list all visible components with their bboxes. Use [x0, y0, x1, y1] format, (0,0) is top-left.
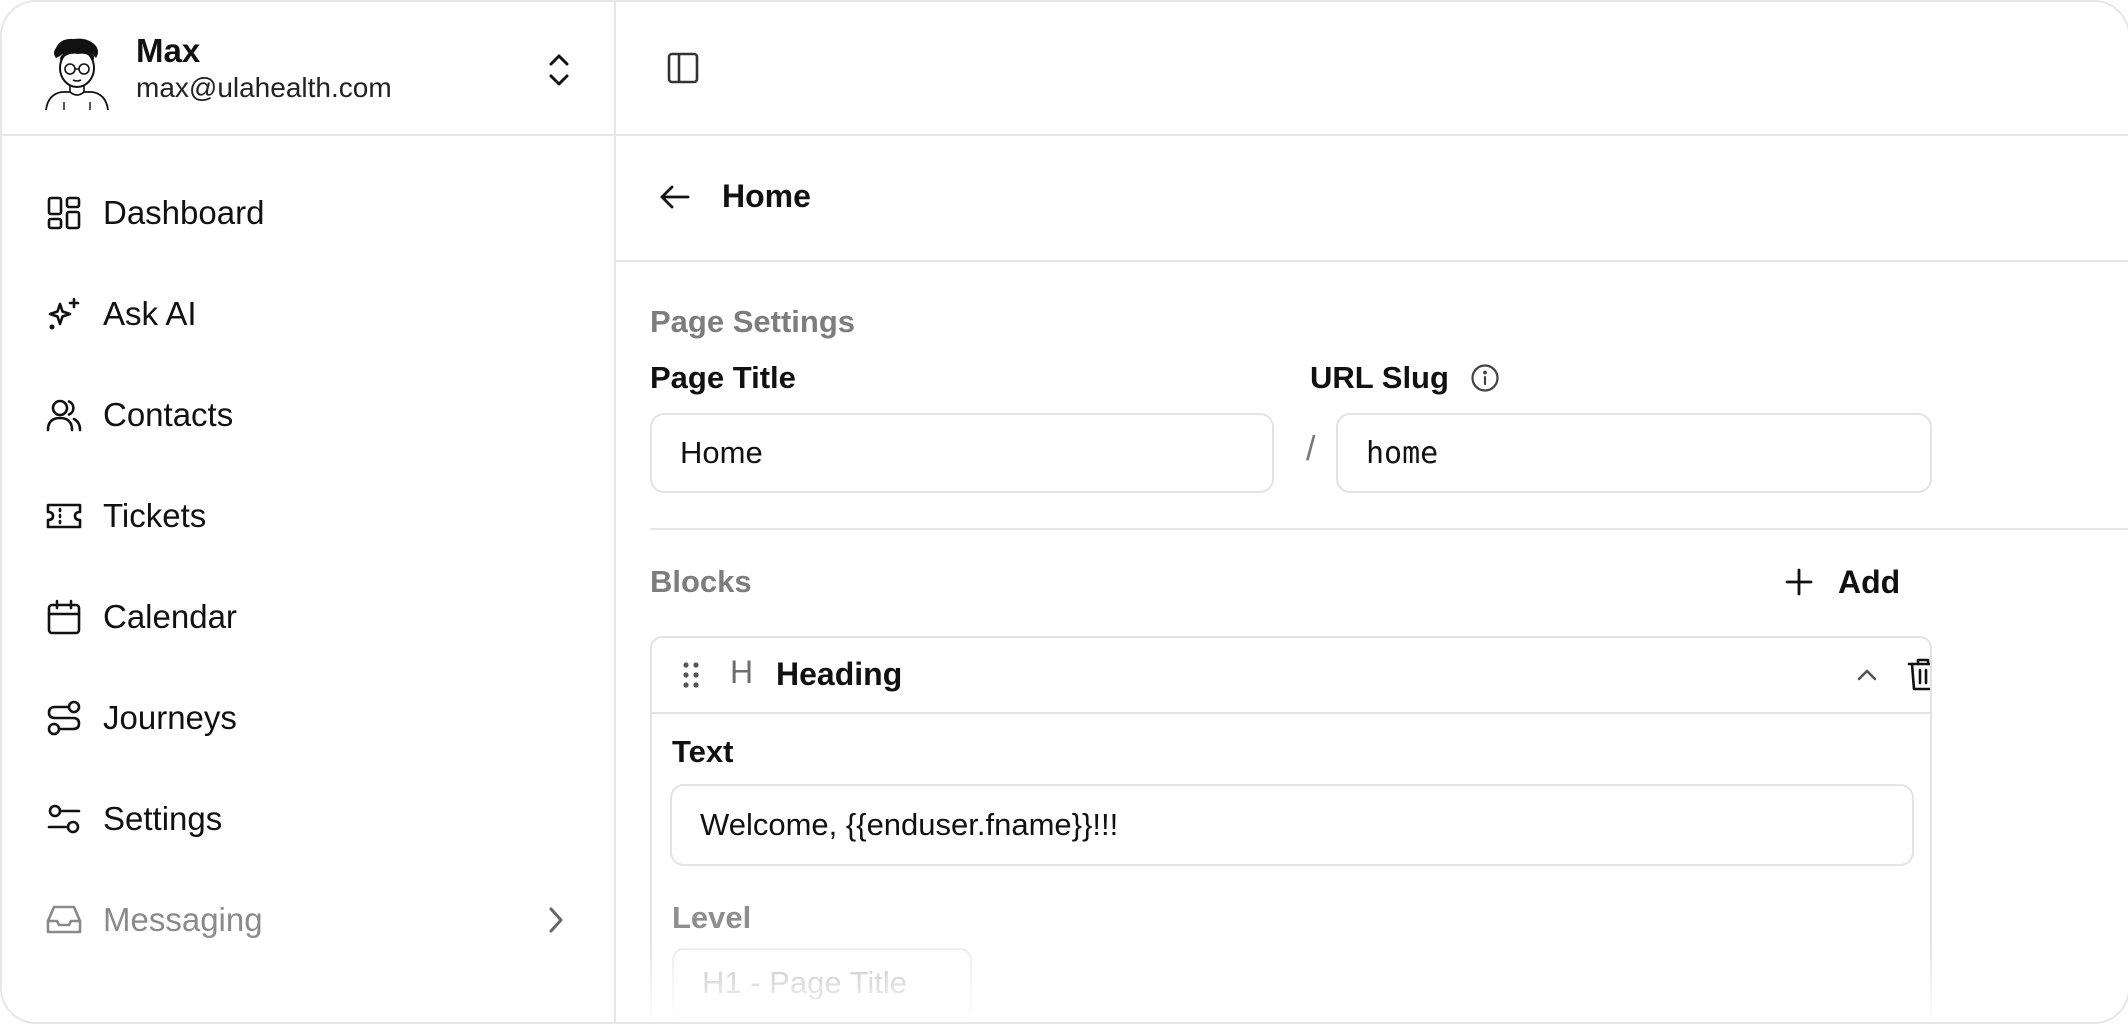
- plus-icon: [1785, 568, 1813, 596]
- arrow-left-icon[interactable]: [658, 180, 692, 214]
- user-email: max@ulahealth.com: [136, 72, 392, 103]
- sidebar-item-settings[interactable]: Settings: [2, 768, 614, 869]
- chevron-right-icon[interactable]: [542, 903, 570, 937]
- block-level-label: Level: [672, 900, 752, 935]
- sidebar-item-calendar[interactable]: Calendar: [2, 566, 614, 667]
- section-divider: [650, 528, 2128, 530]
- blocks-heading: Blocks: [650, 564, 752, 599]
- route-icon: [46, 700, 82, 736]
- sliders-icon: [46, 801, 82, 837]
- sidebar-toggle-icon[interactable]: [666, 51, 700, 85]
- info-icon[interactable]: [1470, 363, 1500, 393]
- add-block-label: Add: [1838, 563, 1901, 600]
- heading-type-icon: H: [730, 654, 754, 690]
- block-text-label: Text: [672, 734, 734, 769]
- dashboard-icon: [46, 195, 82, 231]
- inbox-icon: [46, 902, 82, 938]
- calendar-icon: [46, 599, 82, 635]
- page-header: Home: [616, 136, 2128, 262]
- trash-icon[interactable]: [1906, 656, 1932, 692]
- main-content: Home Page Settings Page Title / URL Slug…: [616, 2, 2128, 1022]
- ticket-icon: [46, 498, 82, 534]
- url-slug-input[interactable]: [1336, 413, 1932, 493]
- sidebar-item-tickets[interactable]: Tickets: [2, 465, 614, 566]
- sidebar-item-label: Dashboard: [103, 193, 265, 231]
- sidebar-item-dashboard[interactable]: Dashboard: [2, 162, 614, 263]
- url-slug-prefix: /: [1306, 430, 1316, 468]
- user-switcher[interactable]: Max max@ulahealth.com: [2, 2, 614, 136]
- sidebar-item-ask-ai[interactable]: Ask AI: [2, 263, 614, 364]
- sparkles-icon: [46, 296, 82, 332]
- sidebar-item-label: Ask AI: [103, 294, 197, 332]
- sidebar-item-label: Messaging: [103, 900, 263, 938]
- level-select[interactable]: H1 - Page Title: [672, 948, 972, 1018]
- sidebar-item-label: Contacts: [103, 395, 234, 433]
- block-header[interactable]: H Heading: [652, 638, 1930, 714]
- chevrons-up-down-icon[interactable]: [542, 50, 576, 90]
- avatar: [45, 38, 109, 110]
- app-window: Max max@ulahealth.com Dashboard Ask AI C…: [0, 0, 2128, 1024]
- users-icon: [46, 397, 82, 433]
- block-title: Heading: [776, 656, 903, 692]
- page-title: Home: [722, 178, 811, 214]
- sidebar-item-label: Tickets: [103, 496, 207, 534]
- page-title-input[interactable]: [650, 413, 1274, 493]
- topbar: [616, 2, 2128, 136]
- block-card: H Heading Text Level H1 - Page Title: [650, 636, 1932, 1022]
- page-title-label: Page Title: [650, 360, 796, 395]
- chevron-up-icon[interactable]: [1852, 660, 1882, 690]
- sidebar-item-label: Calendar: [103, 597, 237, 635]
- drag-handle-icon[interactable]: [680, 660, 702, 690]
- block-text-input[interactable]: [670, 784, 1914, 866]
- sidebar-item-label: Journeys: [103, 698, 237, 736]
- url-slug-label: URL Slug: [1310, 360, 1449, 395]
- sidebar-item-contacts[interactable]: Contacts: [2, 364, 614, 465]
- add-block-button[interactable]: Add: [1784, 556, 1900, 608]
- sidebar: Max max@ulahealth.com Dashboard Ask AI C…: [2, 2, 616, 1022]
- sidebar-nav: Dashboard Ask AI Contacts Tickets Calend…: [2, 162, 614, 970]
- user-name: Max: [136, 32, 201, 69]
- sidebar-item-journeys[interactable]: Journeys: [2, 667, 614, 768]
- sidebar-item-label: Settings: [103, 799, 223, 837]
- page-settings-heading: Page Settings: [650, 304, 855, 339]
- sidebar-item-messaging[interactable]: Messaging: [2, 869, 614, 970]
